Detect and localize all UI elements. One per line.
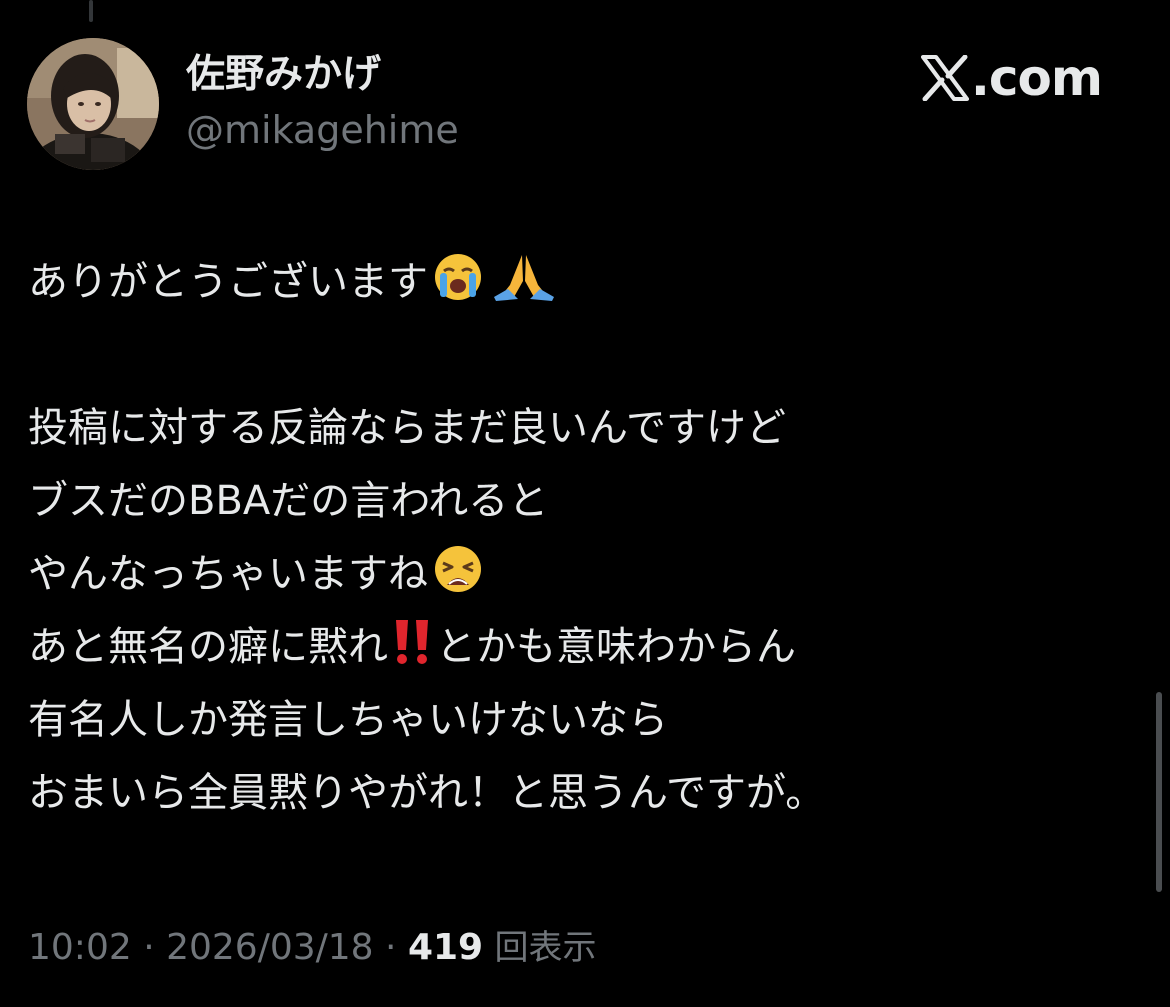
tweet-line: やんなっちゃいますね (28, 538, 1138, 611)
tweet-line-text: ありがとうございます (28, 259, 428, 305)
tweet-line-text: とかも意味わからん (436, 624, 796, 670)
thread-connector-line (89, 0, 93, 22)
folded-hands-icon (492, 251, 556, 325)
author-info[interactable]: 佐野みかげ @mikagehime (186, 50, 459, 158)
profile-photo (27, 38, 159, 170)
avatar[interactable] (27, 38, 159, 170)
weary-face-icon (430, 543, 488, 617)
tweet-text: ありがとうございます 投稿に対する反論ならまだ良いんですけど ブスだのBBAだの… (28, 246, 1138, 830)
tweet-line-text: あと無名の癖に黙れ (28, 624, 388, 670)
loudly-crying-face-icon (430, 251, 490, 325)
views-label[interactable]: 回表示 (495, 928, 597, 968)
meta-separator: · (131, 927, 167, 968)
tweet-line: あと無名の癖に黙れ とかも意味わからん (28, 611, 1138, 684)
tweet-line-text: やんなっちゃいますね (28, 551, 428, 597)
user-handle[interactable]: @mikagehime (186, 102, 459, 158)
x-logo-icon (920, 55, 969, 101)
scrollbar[interactable] (1156, 692, 1162, 892)
display-name[interactable]: 佐野みかげ (186, 50, 459, 100)
views-count[interactable]: 419 (408, 927, 483, 968)
tweet-line: ブスだのBBAだの言われると (28, 478, 549, 524)
tweet-meta: 10:02 · 2026/03/18 · 419 回表示 (28, 920, 597, 976)
tweet-line: 投稿に対する反論ならまだ良いんですけど (28, 405, 786, 451)
tweet-date[interactable]: 2026/03/18 (166, 927, 374, 968)
double-exclamation-icon (390, 616, 436, 690)
tweet-time[interactable]: 10:02 (28, 927, 132, 968)
brand-domain-text: .com (970, 49, 1103, 107)
tweet-line: おまいら全員黙りやがれ！と思うんですが。 (28, 770, 826, 816)
tweet-line: 有名人しか発言しちゃいけないなら (28, 697, 668, 743)
tweet-line: ありがとうございます (28, 246, 1138, 319)
meta-separator: · (373, 927, 408, 968)
brand-watermark: .com (920, 49, 1103, 107)
